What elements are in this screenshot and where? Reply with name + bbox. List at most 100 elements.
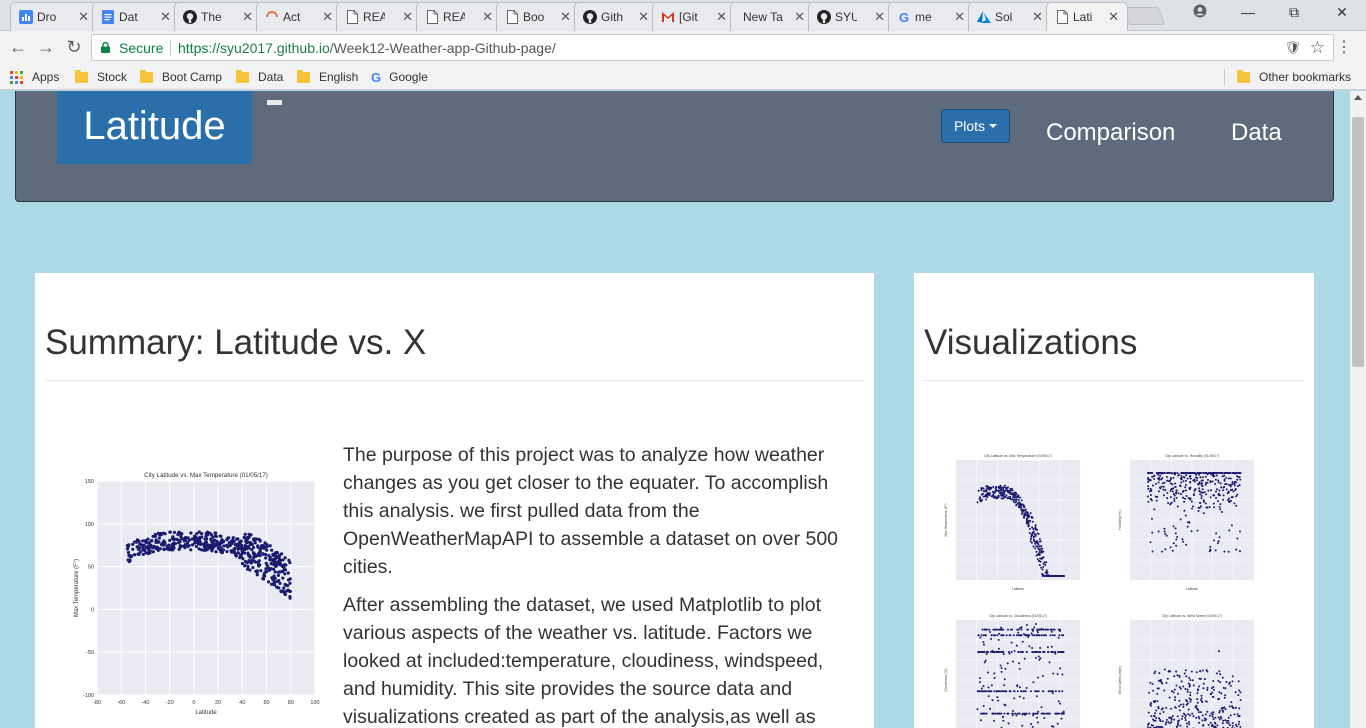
browser-tab[interactable]: REA ✕ [416, 2, 502, 31]
data-point [1042, 562, 1045, 565]
data-point [141, 539, 146, 543]
tab-close-icon[interactable]: ✕ [242, 10, 253, 24]
y-axis-label: Max Temperature (F°) [944, 504, 948, 537]
data-point [1202, 724, 1205, 727]
reload-icon[interactable]: ↻ [64, 37, 84, 57]
browser-tab[interactable]: Gith ✕ [574, 2, 658, 31]
thumbnail-temperature-chart[interactable]: City Latitude vs. Max Temperature (01/05… [942, 448, 1087, 598]
x-tick-label: -80 [93, 700, 101, 706]
x-tick-label: 40 [239, 700, 245, 706]
blocked-content-icon[interactable]: 🛡 [1284, 40, 1301, 56]
browser-tab[interactable]: Gme ✕ [888, 2, 974, 31]
data-point [1204, 481, 1207, 484]
bookmark-star-icon[interactable]: ☆ [1310, 38, 1325, 58]
data-point [126, 550, 131, 555]
tab-close-icon[interactable]: ✕ [794, 10, 805, 24]
thumbnail-wind-speed-chart[interactable]: City Latitude vs. Wind Speed (01/05/17)L… [1116, 608, 1261, 728]
browser-tab[interactable]: Boo ✕ [496, 2, 580, 31]
data-point [1230, 524, 1233, 527]
tab-close-icon[interactable]: ✕ [716, 10, 727, 24]
browser-tab[interactable]: New Ta ✕ [730, 2, 814, 31]
data-point [1215, 672, 1218, 675]
back-arrow-icon[interactable]: ← [8, 37, 28, 57]
data-point [281, 563, 286, 568]
data-point [211, 539, 215, 543]
browser-tab[interactable]: REA ✕ [336, 2, 422, 31]
tab-title: Boo [523, 10, 545, 24]
forward-arrow-icon[interactable]: → [36, 37, 56, 57]
data-point [1186, 688, 1189, 691]
tab-close-icon[interactable]: ✕ [1032, 10, 1043, 24]
profile-icon[interactable] [1190, 4, 1210, 21]
data-point [1212, 688, 1215, 691]
data-point [1203, 719, 1206, 722]
tab-close-icon[interactable]: ✕ [78, 10, 89, 24]
bookmark-google[interactable]: G Google [371, 68, 428, 86]
data-point [1010, 492, 1013, 495]
data-point [1224, 694, 1227, 697]
browser-tab[interactable]: Lati ✕ [1046, 2, 1128, 31]
tab-strip: — ⧉ ✕ Dro ✕ Dat ✕ The ✕ Act ✕ REA ✕ REA ✕ Boo ✕ Gith ✕[… [0, 0, 1366, 31]
bookmark-boot-camp[interactable]: Boot Camp [140, 68, 222, 86]
data-point [1205, 493, 1208, 496]
tab-close-icon[interactable]: ✕ [402, 10, 413, 24]
chart-title: City Latitude vs. Cloudiness (01/05/17) [989, 614, 1047, 618]
bookmark-stock[interactable]: Stock [75, 68, 127, 86]
bookmark-data[interactable]: Data [236, 68, 283, 86]
scroll-thumb[interactable] [1352, 117, 1364, 367]
minimize-icon[interactable]: — [1238, 4, 1258, 20]
data-point [1013, 690, 1016, 693]
data-point [1012, 660, 1015, 663]
tab-close-icon[interactable]: ✕ [1108, 10, 1119, 24]
data-point [1056, 712, 1059, 715]
browser-tab[interactable]: Dro ✕ [10, 2, 98, 31]
nav-link-data[interactable]: Data [1231, 119, 1282, 147]
close-window-icon[interactable]: ✕ [1332, 4, 1352, 21]
bookmark-english[interactable]: English [297, 68, 358, 86]
bookmark-other[interactable]: Other bookmarks [1237, 68, 1351, 86]
nav-link-comparison[interactable]: Comparison [1046, 119, 1175, 147]
browser-tab[interactable]: [Git ✕ [652, 2, 736, 31]
data-point [1184, 716, 1187, 719]
data-point [129, 555, 133, 559]
data-point [288, 581, 292, 585]
tab-close-icon[interactable]: ✕ [874, 10, 885, 24]
data-point [1029, 519, 1032, 522]
data-point [1015, 714, 1018, 717]
thumbnail-cloudiness-chart[interactable]: City Latitude vs. Cloudiness (01/05/17)L… [942, 608, 1087, 728]
tab-close-icon[interactable]: ✕ [322, 10, 333, 24]
data-point [246, 564, 250, 569]
browser-tab[interactable]: The ✕ [174, 2, 262, 31]
plots-dropdown-button[interactable]: Plots [941, 109, 1010, 143]
data-point [1239, 699, 1242, 702]
browser-tab[interactable]: Sol ✕ [968, 2, 1052, 31]
new-tab-button[interactable] [1122, 7, 1166, 25]
data-point [1173, 688, 1176, 691]
data-point [1151, 683, 1154, 686]
chrome-menu-icon[interactable]: ⋮ [1336, 37, 1352, 57]
github-icon [817, 10, 831, 24]
x-tick-label: 80 [288, 700, 294, 706]
data-point [1186, 725, 1189, 728]
brand-logo[interactable]: Latitude [57, 91, 252, 164]
data-point [986, 671, 989, 674]
browser-tab[interactable]: Act ✕ [256, 2, 342, 31]
data-point [1204, 475, 1207, 478]
tab-close-icon[interactable]: ✕ [560, 10, 571, 24]
scroll-up-arrow-icon[interactable] [1354, 95, 1362, 100]
tab-close-icon[interactable]: ✕ [954, 10, 965, 24]
browser-tab[interactable]: SYU ✕ [808, 2, 894, 31]
tab-close-icon[interactable]: ✕ [638, 10, 649, 24]
restore-icon[interactable]: ⧉ [1284, 4, 1304, 21]
tab-close-icon[interactable]: ✕ [160, 10, 171, 24]
data-point [1029, 690, 1032, 693]
thumbnail-humidity-chart[interactable]: City Latitude vs. Humidity (01/05/17) Lat… [1116, 448, 1261, 598]
tab-close-icon[interactable]: ✕ [482, 10, 493, 24]
browser-tab[interactable]: Dat ✕ [92, 2, 180, 31]
data-point [1158, 672, 1161, 675]
bookmark-apps[interactable]: Apps [10, 68, 59, 86]
address-bar[interactable]: Secure https://syu2017.github.io/Week12-… [91, 34, 1334, 61]
latitude-vs-temperature-chart[interactable]: -80 -60 -40 -20 0 20 40 60 80 100 150 100 50 0 -50 -100… [70, 453, 330, 715]
data-point [1173, 494, 1176, 497]
page-scrollbar[interactable] [1350, 91, 1366, 728]
